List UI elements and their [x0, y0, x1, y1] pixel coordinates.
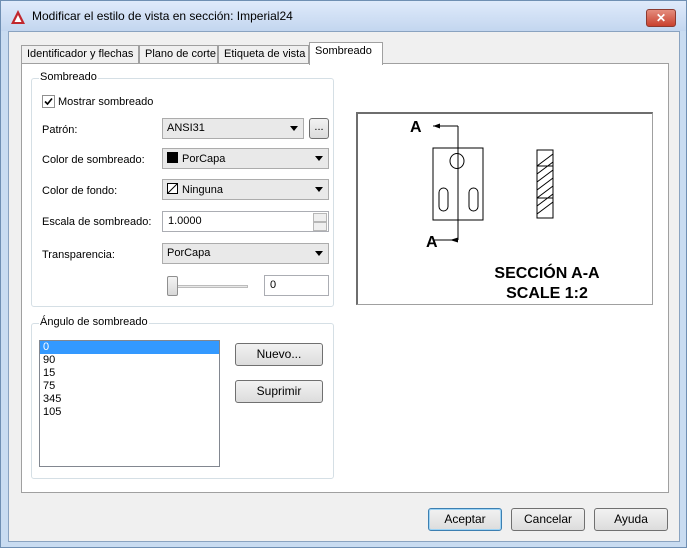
title-bar[interactable]: Modificar el estilo de vista en sección:… [1, 1, 686, 31]
list-item[interactable]: 105 [40, 406, 219, 419]
autocad-logo-icon [11, 10, 25, 24]
scale-label: Escala de sombreado: [42, 216, 152, 228]
new-angle-button[interactable]: Nuevo... [235, 343, 323, 366]
transparency-amount-input[interactable]: 0 [264, 275, 329, 296]
transparency-value: PorCapa [167, 247, 211, 259]
list-item[interactable]: 90 [40, 354, 219, 367]
list-item[interactable]: 15 [40, 367, 219, 380]
window-title: Modificar el estilo de vista en sección:… [32, 9, 293, 23]
tab-identificador-flechas[interactable]: Identificador y flechas [21, 45, 139, 64]
scale-caption: SCALE 1:2 [506, 285, 588, 302]
show-hatch-checkbox[interactable] [42, 95, 55, 108]
section-letter-bottom: A [426, 234, 438, 251]
hatch-color-label: Color de sombreado: [42, 154, 145, 166]
transparency-slider-track[interactable] [168, 285, 248, 288]
background-color-dropdown[interactable]: Ninguna [162, 179, 329, 200]
hatch-color-value: PorCapa [182, 153, 226, 165]
show-hatch-label[interactable]: Mostrar sombreado [58, 96, 153, 108]
dialog-window: Modificar el estilo de vista en sección:… [0, 0, 687, 548]
section-letter-top: A [410, 119, 422, 136]
angle-listbox[interactable]: 0 90 15 75 345 105 [39, 340, 220, 467]
background-color-value: Ninguna [182, 184, 223, 196]
pattern-dropdown[interactable]: ANSI31 [162, 118, 304, 139]
list-item[interactable]: 345 [40, 393, 219, 406]
ok-button[interactable]: Aceptar [428, 508, 502, 531]
chevron-down-icon [315, 251, 323, 256]
transparency-slider-thumb[interactable] [167, 276, 178, 296]
cancel-button[interactable]: Cancelar [511, 508, 585, 531]
tab-panel: Sombreado Mostrar sombreado Patrón: ANSI… [21, 63, 669, 493]
hatch-scale-value: 1.0000 [168, 215, 202, 227]
tab-etiqueta-vista[interactable]: Etiqueta de vista [218, 45, 309, 64]
hatch-group: Sombreado Mostrar sombreado Patrón: ANSI… [31, 71, 334, 307]
spin-down-button[interactable] [313, 222, 327, 231]
color-swatch-icon [167, 152, 178, 163]
pattern-value: ANSI31 [167, 122, 205, 134]
tab-sombreado[interactable]: Sombreado [309, 42, 383, 65]
no-color-icon [167, 183, 178, 194]
help-button[interactable]: Ayuda [594, 508, 668, 531]
delete-angle-button[interactable]: Suprimir [235, 380, 323, 403]
pattern-label: Patrón: [42, 124, 78, 136]
transparency-dropdown[interactable]: PorCapa [162, 243, 329, 264]
section-view-drawing: A A SECCIÓN A-A SCALE 1:2 [410, 119, 600, 302]
tab-plano-corte[interactable]: Plano de corte [139, 45, 218, 64]
angle-group-title: Ángulo de sombreado [39, 316, 149, 328]
angle-group: Ángulo de sombreado 0 90 15 75 345 105 N… [31, 316, 334, 479]
checkmark-icon [44, 97, 53, 106]
hatch-color-dropdown[interactable]: PorCapa [162, 148, 329, 169]
dialog-client: Identificador y flechas Plano de corte E… [8, 31, 680, 542]
section-preview: A A SECCIÓN A-A SCALE 1:2 [356, 112, 653, 305]
chevron-down-icon [315, 187, 323, 192]
browse-pattern-button[interactable]: ... [309, 118, 329, 139]
background-color-label: Color de fondo: [42, 185, 118, 197]
section-caption: SECCIÓN A-A [494, 263, 600, 282]
list-item[interactable]: 75 [40, 380, 219, 393]
hatch-scale-input[interactable]: 1.0000 [162, 211, 329, 232]
chevron-down-icon [290, 126, 298, 131]
transparency-label: Transparencia: [42, 249, 115, 261]
close-button[interactable]: ✕ [646, 9, 676, 27]
chevron-down-icon [315, 156, 323, 161]
hatch-group-title: Sombreado [39, 71, 98, 83]
list-item[interactable]: 0 [40, 341, 219, 354]
spin-up-button[interactable] [313, 213, 327, 222]
